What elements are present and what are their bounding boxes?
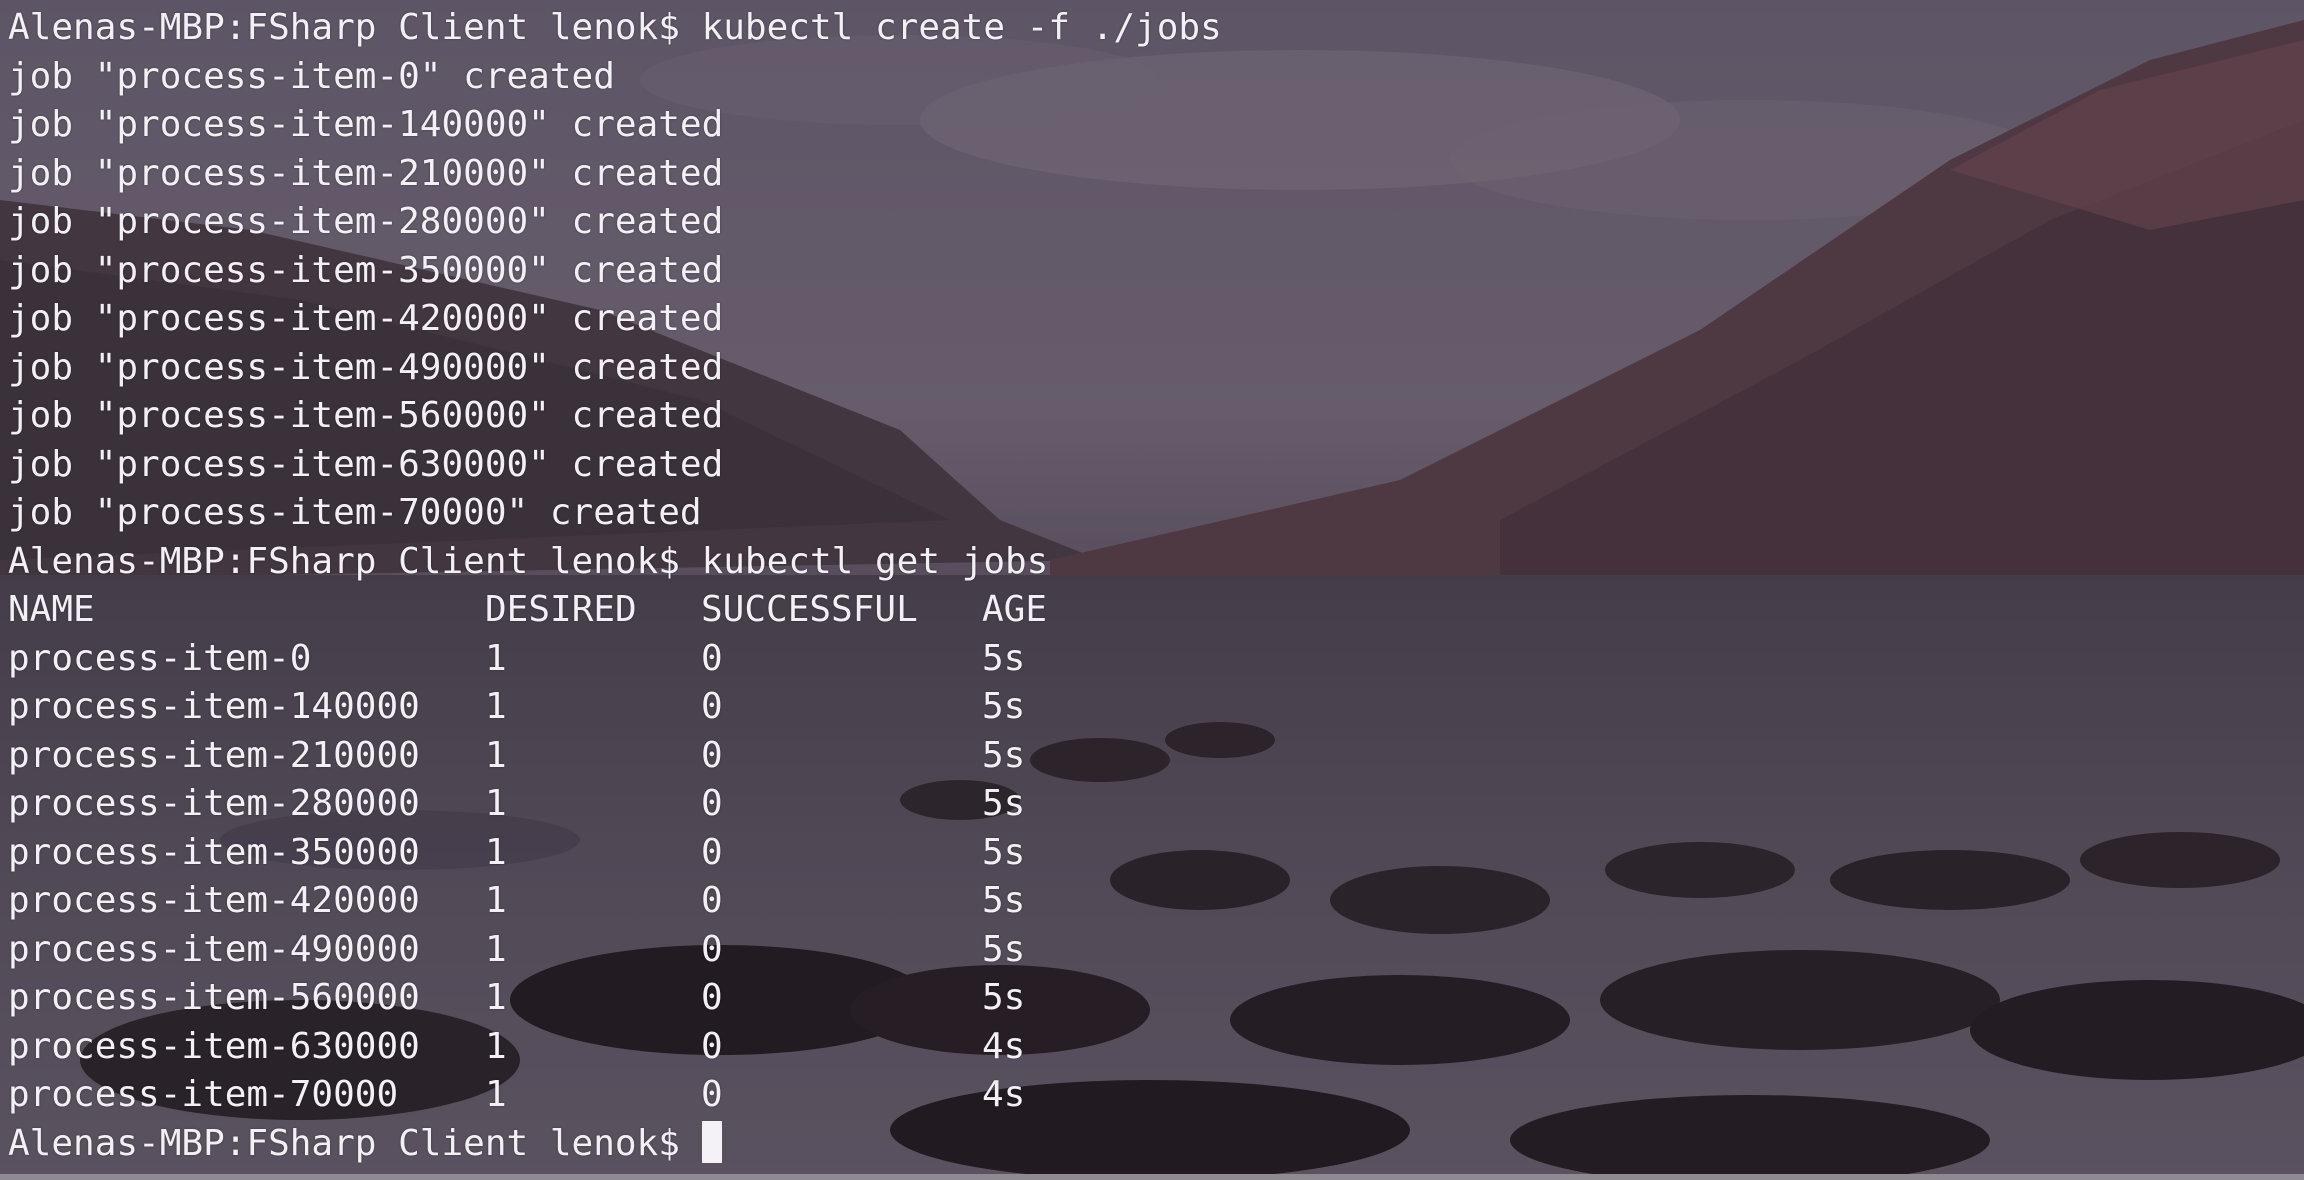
text-cursor (701, 1120, 722, 1163)
table-row: process-item-350000 1 0 5s (8, 829, 2304, 878)
job-name-cell: process-item-210000 (8, 734, 420, 776)
output-line: job "process-item-350000" created (8, 249, 724, 291)
column-header-name: NAME (8, 589, 95, 630)
desired-cell: 1 (485, 686, 507, 727)
terminal-window[interactable]: Alenas-MBP:FSharp Client lenok$ kubectl … (0, 0, 2304, 1180)
table-row: process-item-140000 1 0 5s (8, 683, 2304, 732)
column-header-successful: SUCCESSFUL (701, 589, 918, 630)
age-cell: 4s (982, 1074, 1026, 1115)
column-header-desired: DESIRED (485, 589, 637, 630)
table-row: process-item-70000 1 0 4s (8, 1071, 2304, 1120)
command-text: kubectl get jobs (701, 540, 1049, 582)
job-name-cell: process-item-350000 (8, 831, 420, 873)
command-line[interactable]: Alenas-MBP:FSharp Client lenok$ (8, 1120, 2304, 1169)
command-line: Alenas-MBP:FSharp Client lenok$ kubectl … (8, 538, 2304, 587)
job-name-cell: process-item-70000 (8, 1074, 399, 1115)
job-name-cell: process-item-140000 (8, 686, 420, 727)
output-line: job "process-item-0" created (8, 55, 615, 97)
table-row: process-item-630000 1 0 4s (8, 1023, 2304, 1072)
table-row: process-item-420000 1 0 5s (8, 877, 2304, 926)
table-row: process-item-0 1 0 5s (8, 635, 2304, 684)
age-cell: 5s (982, 734, 1026, 776)
successful-cell: 0 (701, 1074, 723, 1115)
jobs-table-header: NAME DESIRED SUCCESSFUL AGE (8, 586, 2304, 635)
desired-cell: 1 (485, 637, 507, 679)
job-name-cell: process-item-420000 (8, 880, 420, 921)
command-text: kubectl create -f ./jobs (701, 7, 1222, 48)
jobs-table-body: process-item-0 1 0 5s process-item-140000 1 0 5… (8, 635, 2304, 1120)
successful-cell: 0 (701, 637, 723, 679)
age-cell: 5s (982, 880, 1026, 921)
successful-cell: 0 (701, 880, 723, 921)
desired-cell: 1 (485, 831, 507, 873)
output-line: job "process-item-560000" created (8, 395, 724, 436)
output-line: job "process-item-490000" created (8, 346, 724, 388)
desired-cell: 1 (485, 734, 507, 776)
age-cell: 5s (982, 928, 1026, 970)
table-row: process-item-280000 1 0 5s (8, 780, 2304, 829)
column-header-age: AGE (982, 589, 1048, 630)
table-row: process-item-560000 1 0 5s (8, 974, 2304, 1023)
desired-cell: 1 (485, 1074, 507, 1115)
successful-cell: 0 (701, 783, 723, 824)
successful-cell: 0 (701, 734, 723, 776)
job-name-cell: process-item-280000 (8, 783, 420, 824)
output-line: job "process-item-630000" created (8, 443, 724, 485)
age-cell: 5s (982, 637, 1026, 679)
job-name-cell: process-item-560000 (8, 977, 420, 1018)
output-line: job "process-item-140000" created (8, 104, 724, 145)
desired-cell: 1 (485, 880, 507, 921)
desired-cell: 1 (485, 783, 507, 824)
desired-cell: 1 (485, 928, 507, 970)
job-name-cell: process-item-490000 (8, 928, 420, 970)
age-cell: 5s (982, 686, 1026, 727)
output-line: job "process-item-70000" created (8, 492, 702, 533)
shell-prompt: Alenas-MBP:FSharp Client lenok$ (8, 7, 680, 48)
table-row: process-item-490000 1 0 5s (8, 926, 2304, 975)
age-cell: 5s (982, 977, 1026, 1018)
successful-cell: 0 (701, 977, 723, 1018)
table-row: process-item-210000 1 0 5s (8, 732, 2304, 781)
shell-prompt: Alenas-MBP:FSharp Client lenok$ (8, 540, 680, 582)
age-cell: 5s (982, 783, 1026, 824)
successful-cell: 0 (701, 928, 723, 970)
job-name-cell: process-item-0 (8, 637, 312, 679)
age-cell: 5s (982, 831, 1026, 873)
job-name-cell: process-item-630000 (8, 1025, 420, 1067)
output-line: job "process-item-210000" created (8, 152, 724, 194)
window-bottom-edge (0, 1174, 2304, 1180)
successful-cell: 0 (701, 831, 723, 873)
terminal-output[interactable]: Alenas-MBP:FSharp Client lenok$ kubectl … (8, 4, 2304, 1168)
output-line: job "process-item-420000" created (8, 298, 724, 339)
output-line: job "process-item-280000" created (8, 201, 724, 242)
desired-cell: 1 (485, 977, 507, 1018)
successful-cell: 0 (701, 1025, 723, 1067)
command-line: Alenas-MBP:FSharp Client lenok$ kubectl … (8, 4, 2304, 53)
desired-cell: 1 (485, 1025, 507, 1067)
successful-cell: 0 (701, 686, 723, 727)
shell-prompt: Alenas-MBP:FSharp Client lenok$ (8, 1122, 680, 1164)
age-cell: 4s (982, 1025, 1026, 1067)
